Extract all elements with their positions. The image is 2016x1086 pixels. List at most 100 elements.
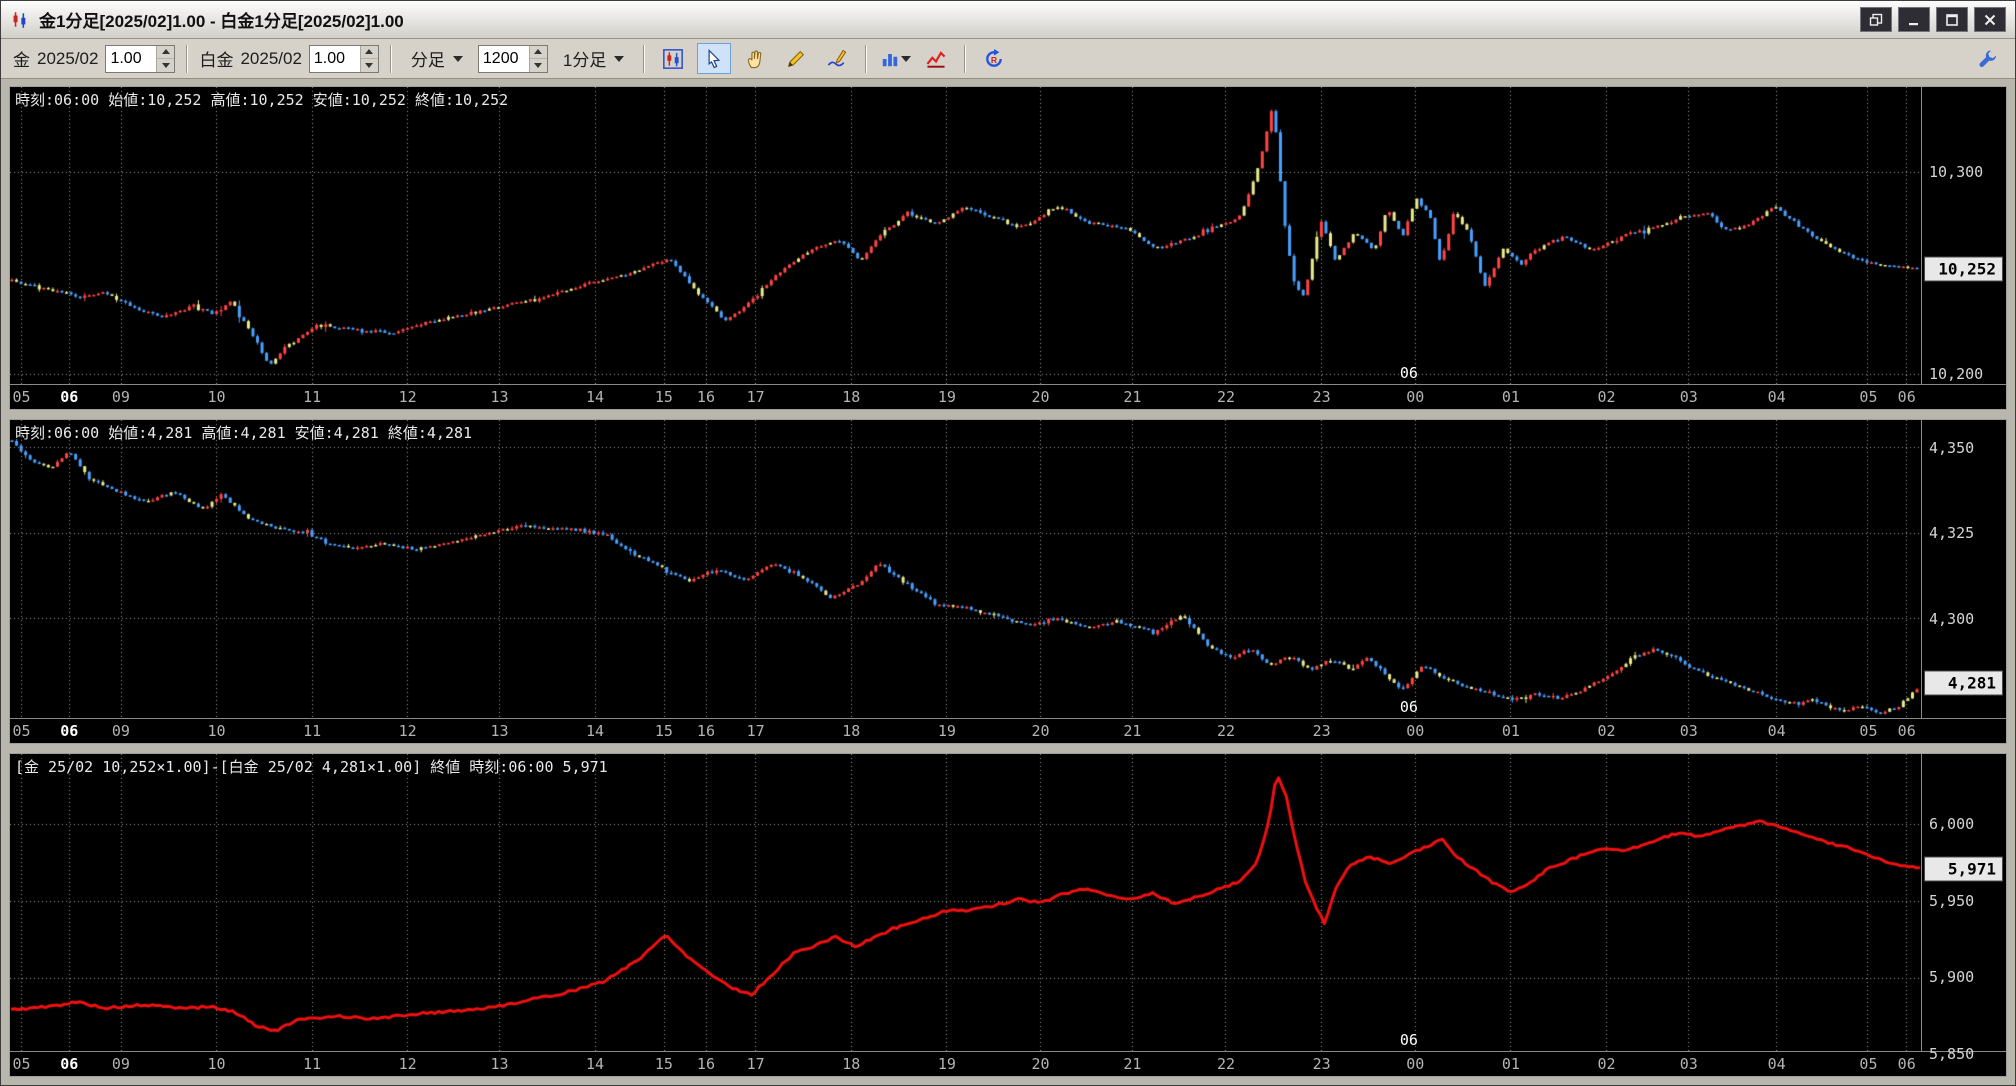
time-tick-label: 13 [490, 721, 509, 740]
gold-chart-canvas[interactable] [10, 87, 1921, 384]
bar-type-dropdown[interactable]: 分足 [403, 42, 471, 75]
gold-price-axis: 10,300 10,200 10,252 [1922, 87, 2006, 386]
bar-count-down-button[interactable] [529, 59, 547, 72]
pen-line-icon [828, 49, 847, 66]
time-tick-label: 14 [586, 721, 605, 740]
draw-tool-button[interactable] [779, 43, 813, 74]
cursor-tool-button[interactable] [697, 43, 732, 74]
time-tick-label: 01 [1501, 388, 1520, 407]
price-tick-label: 4,325 [1929, 524, 1975, 543]
platinum-chart-panel: 時刻:06:00 始値:4,281 高値:4,281 安値:4,281 終値:4… [9, 419, 2007, 744]
toolbar-separator [865, 44, 868, 73]
time-tick-label: 19 [937, 388, 956, 407]
time-tick-label: 11 [303, 388, 322, 407]
window-controls [1860, 7, 2006, 32]
time-tick-label: 17 [746, 1054, 765, 1073]
bar-count-spinner [477, 44, 548, 73]
platinum-multiplier-down-button[interactable] [360, 59, 378, 72]
platinum-multiplier-input[interactable] [309, 45, 360, 72]
chevron-down-icon [452, 55, 463, 62]
time-tick-label: 22 [1217, 388, 1236, 407]
gold-multiplier-input[interactable] [106, 45, 157, 72]
platinum-multiplier-spinner [308, 44, 379, 73]
platinum-chart-canvas[interactable] [10, 420, 1921, 718]
time-tick-label: 12 [398, 388, 417, 407]
maximize-button[interactable] [1936, 7, 1968, 32]
time-tick-label: 02 [1597, 388, 1616, 407]
spread-time-axis: 05 06 09 10 11 12 13 14 15 16 17 18 19 20 21 22 23 00 01 02… [10, 1051, 1922, 1076]
time-tick-label: 09 [111, 721, 130, 740]
svg-text:R: R [991, 55, 997, 65]
time-tick-label: 04 [1767, 1054, 1786, 1073]
arrow-up-icon [365, 49, 374, 55]
spread-price-axis: 6,000 5,950 5,900 5,850 5,971 [1922, 753, 2006, 1063]
gold-chart-panel: 時刻:06:00 始値:10,252 高値:10,252 安値:10,252 終… [9, 86, 2007, 411]
time-tick-label: 01 [1501, 1054, 1520, 1073]
detach-window-button[interactable] [1860, 7, 1892, 32]
time-tick-label: 10 [207, 721, 226, 740]
spread-chart-button[interactable] [919, 43, 953, 74]
reload-button[interactable]: R [977, 43, 1011, 74]
bar-count-up-button[interactable] [529, 45, 547, 59]
time-tick-label: 19 [937, 1054, 956, 1073]
platinum-price-axis: 4,350 4,325 4,300 4,281 [1922, 420, 2006, 719]
time-tick-label: 23 [1312, 388, 1331, 407]
gold-multiplier-up-button[interactable] [157, 45, 175, 59]
titlebar: 金1分足[2025/02]1.00 - 白金1分足[2025/02]1.00 [1, 1, 2015, 39]
gold-last-price: 10,252 [1924, 256, 2003, 282]
time-tick-label: 15 [654, 388, 673, 407]
time-tick-label: 05 [12, 1054, 31, 1073]
pan-tool-button[interactable] [738, 43, 772, 74]
arrow-down-icon [534, 62, 543, 68]
gold-label: 金 [13, 51, 30, 70]
minimize-icon [1909, 22, 1918, 25]
price-tick-label: 4,300 [1929, 609, 1975, 628]
time-tick-label: 03 [1679, 721, 1698, 740]
gold-info-text: 時刻:06:00 始値:10,252 高値:10,252 安値:10,252 終… [15, 91, 509, 109]
time-tick-label: 20 [1031, 721, 1050, 740]
maximize-icon [1946, 13, 1958, 26]
time-tick-label: 18 [842, 1054, 861, 1073]
time-tick-label: 09 [111, 1054, 130, 1073]
window-title: 金1分足[2025/02]1.00 - 白金1分足[2025/02]1.00 [39, 12, 404, 31]
spread-chart-canvas[interactable] [10, 753, 1921, 1051]
time-tick-label: 05 [12, 721, 31, 740]
date-annotation: 06 [1399, 697, 1418, 716]
indicator-button[interactable] [878, 43, 912, 74]
platinum-multiplier-up-button[interactable] [360, 45, 378, 59]
platinum-month-label: 2025/02 [240, 48, 302, 68]
arrow-down-icon [161, 62, 170, 68]
timeframe-dropdown[interactable]: 1分足 [555, 42, 632, 75]
time-tick-label: 20 [1031, 388, 1050, 407]
chart-type-button[interactable] [656, 43, 690, 74]
time-tick-label: 15 [654, 721, 673, 740]
time-tick-label: 21 [1123, 388, 1142, 407]
time-tick-label: 16 [696, 721, 715, 740]
minimize-button[interactable] [1898, 7, 1930, 32]
red-line-chart-icon [926, 50, 946, 68]
wrench-icon [1979, 49, 1997, 67]
price-tick-label: 10,300 [1929, 162, 1984, 181]
close-button[interactable] [1974, 7, 2006, 32]
chevron-down-icon [614, 55, 625, 62]
time-tick-label: 13 [490, 388, 509, 407]
price-tick-label: 10,200 [1929, 365, 1984, 384]
time-tick-label: 05 [1859, 721, 1878, 740]
settings-button[interactable] [1971, 43, 2005, 74]
arrow-down-icon [365, 62, 374, 68]
toolbar-separator [643, 44, 646, 73]
gold-multiplier-down-button[interactable] [157, 59, 175, 72]
time-tick-label: 15 [654, 1054, 673, 1073]
price-tick-label: 4,350 [1929, 438, 1975, 457]
bar-count-input[interactable] [478, 45, 529, 72]
time-tick-label: 02 [1597, 721, 1616, 740]
time-tick-label: 05 [12, 388, 31, 407]
time-tick-label: 21 [1123, 1054, 1142, 1073]
time-tick-label: 14 [586, 388, 605, 407]
time-tick-label: 06 [1897, 388, 1916, 407]
time-tick-label: 14 [586, 1054, 605, 1073]
gold-multiplier-spin-buttons [156, 45, 175, 72]
time-tick-label: 00 [1406, 721, 1425, 740]
freehand-tool-button[interactable] [820, 43, 854, 74]
timeframe-label: 1分足 [562, 51, 607, 70]
